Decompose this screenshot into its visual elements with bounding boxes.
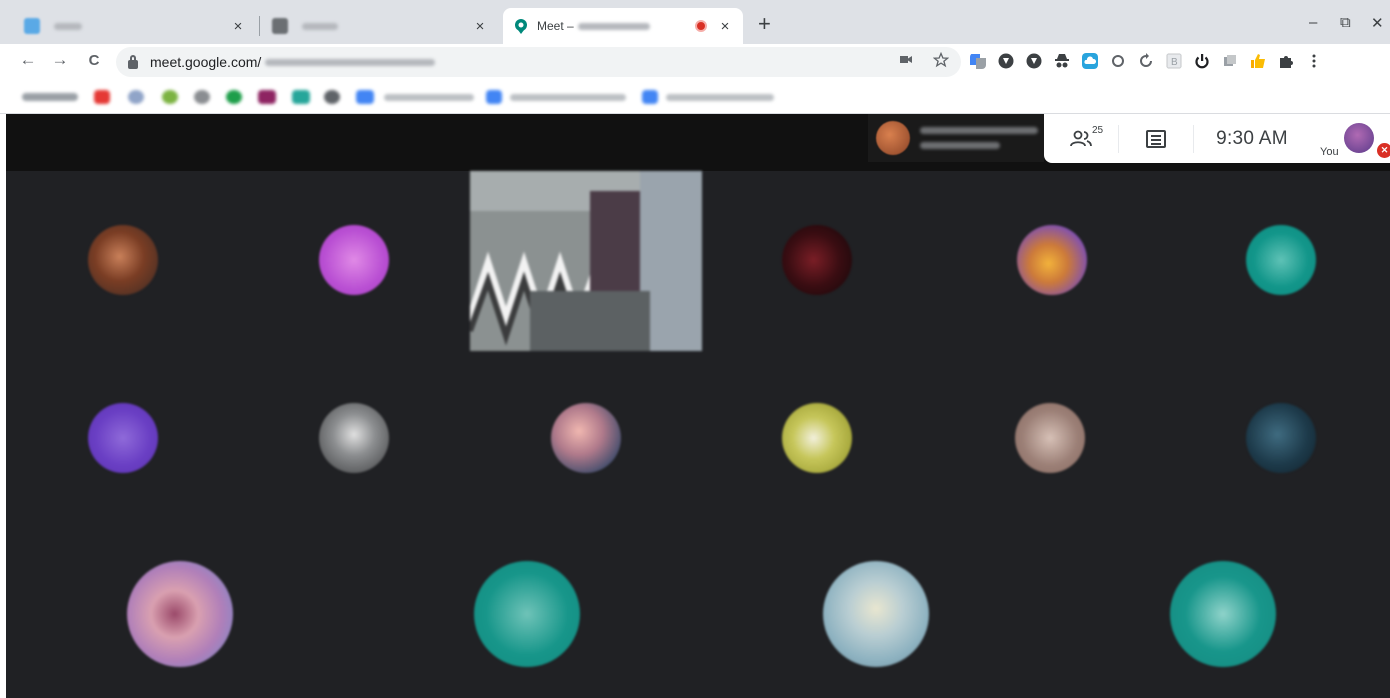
address-bar[interactable]: meet.google.com/ (116, 47, 961, 77)
tab-favicon-icon (24, 18, 40, 34)
participant-avatar[interactable] (823, 561, 929, 667)
b-badge-icon[interactable]: B (1166, 53, 1182, 69)
presenter-chip[interactable] (868, 114, 1044, 162)
tab-strip: × × Meet – × + – ⧉ ✕ (0, 0, 1390, 44)
translate-icon[interactable] (970, 53, 986, 69)
bookmark-item[interactable] (666, 94, 774, 101)
blurred-tab-title (54, 23, 82, 30)
tab-separator (259, 16, 260, 36)
recording-indicator-icon (695, 20, 707, 32)
tab-2[interactable]: × (262, 8, 498, 44)
chat-icon (1146, 129, 1166, 148)
circle-icon[interactable] (1110, 53, 1126, 69)
bookmark-item[interactable] (510, 94, 626, 101)
bookmark-item[interactable] (384, 94, 474, 101)
blurred-presenter-status (920, 142, 1000, 149)
screen-share-tile[interactable] (470, 171, 702, 351)
svg-text:B: B (1171, 57, 1178, 68)
layers-icon[interactable] (1222, 53, 1238, 69)
blurred-presenter-name (920, 127, 1038, 134)
clock-text: 9:30 AM (1216, 127, 1288, 149)
bookmark-item[interactable] (194, 90, 210, 104)
shared-screen-preview (470, 171, 702, 351)
blurred-tab-title (302, 23, 338, 30)
meet-header-panel: 25 9:30 AM You ✕ (1044, 114, 1390, 163)
restore-button[interactable]: ⧉ (1340, 14, 1351, 31)
back-button[interactable]: ← (16, 50, 40, 70)
participant-avatar[interactable] (319, 403, 389, 473)
tab-close-icon[interactable]: × (230, 18, 246, 35)
tab-close-icon[interactable]: × (472, 18, 488, 35)
participant-avatar[interactable] (474, 561, 580, 667)
blurred-tab-title (577, 22, 650, 30)
star-icon[interactable] (933, 52, 949, 68)
presenter-avatar (876, 121, 910, 155)
shield-alt-icon[interactable] (1026, 53, 1042, 69)
forward-button[interactable]: → (48, 50, 72, 70)
power-icon[interactable] (1194, 53, 1210, 69)
clock: 9:30 AM (1194, 114, 1310, 163)
bookmark-item[interactable] (128, 90, 144, 104)
bookmark-item[interactable] (94, 90, 110, 104)
participant-avatar[interactable] (319, 225, 389, 295)
thumbs-up-icon[interactable] (1250, 53, 1266, 69)
people-count: 25 (1092, 125, 1104, 136)
puzzle-icon[interactable] (1278, 53, 1294, 69)
bookmark-item[interactable] (162, 90, 178, 104)
menu-icon[interactable] (1306, 53, 1322, 69)
participant-avatar[interactable] (88, 225, 158, 295)
minimize-button[interactable]: – (1309, 14, 1317, 31)
url-text: meet.google.com/ (150, 54, 262, 70)
participant-avatar[interactable] (1015, 403, 1085, 473)
spy-icon[interactable] (1054, 53, 1070, 69)
camera-icon[interactable] (899, 52, 913, 66)
lock-icon (128, 54, 138, 69)
tab-favicon-icon (272, 18, 288, 34)
tab-title: Meet – (537, 19, 574, 33)
extensions-bar: B (970, 53, 1322, 69)
participant-avatar[interactable] (1017, 225, 1087, 295)
browser-toolbar: ← → C meet.google.com/ B (0, 44, 1390, 80)
tab-meet[interactable]: Meet – × (503, 8, 743, 44)
mic-off-icon: ✕ (1377, 143, 1390, 158)
bookmark-item[interactable] (642, 90, 658, 104)
participant-avatar[interactable] (1246, 403, 1316, 473)
chat-button[interactable] (1119, 114, 1193, 163)
participant-avatar[interactable] (782, 403, 852, 473)
meet-call-area: 25 9:30 AM You ✕ (6, 114, 1390, 698)
bookmark-item[interactable] (258, 90, 276, 104)
bookmark-item[interactable] (226, 90, 242, 104)
new-tab-button[interactable]: + (758, 12, 771, 36)
self-avatar[interactable] (1344, 123, 1374, 153)
bookmark-item[interactable] (324, 90, 340, 104)
bookmarks-bar (0, 80, 1390, 114)
tab-close-icon[interactable]: × (717, 18, 733, 35)
reload-button[interactable]: C (82, 52, 106, 69)
participant-avatar[interactable] (1246, 225, 1316, 295)
people-icon (1070, 130, 1092, 146)
meet-favicon-icon (515, 19, 527, 34)
participant-avatar[interactable] (88, 403, 158, 473)
bookmark-item[interactable] (486, 90, 502, 104)
close-window-button[interactable]: ✕ (1371, 14, 1384, 32)
participant-avatar[interactable] (1170, 561, 1276, 667)
cloud-icon[interactable] (1082, 53, 1098, 69)
people-button[interactable]: 25 (1044, 114, 1118, 163)
shield-icon[interactable] (998, 53, 1014, 69)
participant-avatar[interactable] (782, 225, 852, 295)
tab-1[interactable]: × (14, 8, 256, 44)
blurred-url-path (265, 58, 436, 66)
bookmark-item[interactable] (356, 90, 374, 104)
bookmark-item[interactable] (292, 90, 310, 104)
bookmark-item[interactable] (22, 93, 78, 101)
participant-avatar[interactable] (127, 561, 233, 667)
self-label: You (1320, 146, 1339, 158)
refresh-icon[interactable] (1138, 53, 1154, 69)
participant-avatar[interactable] (551, 403, 621, 473)
